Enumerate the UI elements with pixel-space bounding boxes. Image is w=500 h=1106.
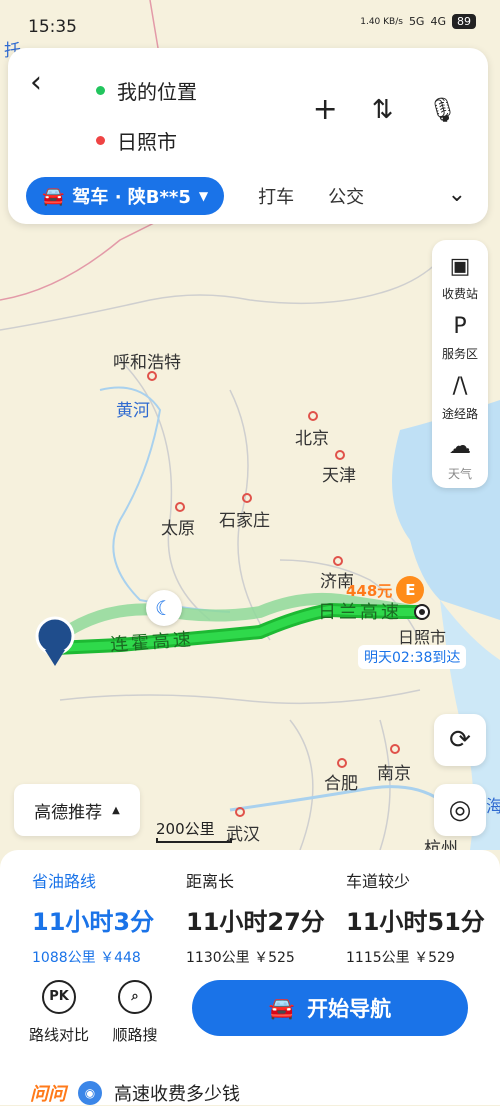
drive-mode-button[interactable]: 🚘 驾车 · 陕B**5 ▼ [26,177,225,215]
origin-row[interactable]: 我的位置 [96,76,197,105]
plus-icon[interactable]: + [313,92,338,127]
city-label: 北京 [295,429,329,449]
city-label: 太原 [161,519,195,539]
network-5g: 5G [408,15,425,28]
tool-label: 收费站 [441,287,478,301]
origin-text: 我的位置 [117,80,197,104]
mode-row: 🚘 驾车 · 陕B**5 ▼ 打车 公交 ⌄ [26,176,478,216]
city-label: 石家庄 [219,511,270,531]
weather-icon: ☁ [449,434,471,459]
map-tools-panel: ▣ 收费站 P 服务区 /\ 途经路 ☁ 天气 [432,240,488,488]
moon-marker: ☾ [146,590,182,626]
recommend-dropdown[interactable]: 高德推荐 ▲ [14,784,140,836]
tab-bus[interactable]: 公交 [328,183,364,209]
locate-icon: ◎ [448,795,472,825]
scale-label: 200公里 [156,820,215,838]
tab-taxi[interactable]: 打车 [258,183,294,209]
refresh-button[interactable]: ⟳ [434,714,486,766]
locate-button[interactable]: ◎ [434,784,486,836]
route-tag: 车道较少 [346,872,411,891]
river-label: 黄河 [116,401,150,421]
compare-label: 路线对比 [28,1026,89,1044]
road-icon: /\ [452,374,468,399]
route-time: 11小时27分 [186,908,325,936]
search-along-button[interactable]: ⌕ 顺路搜 [100,980,170,1045]
qa-brand: 问问 [30,1084,66,1105]
car-icon: 🚘 [268,995,296,1020]
route-time: 11小时3分 [32,908,155,936]
destination-row[interactable]: 日照市 [96,126,177,155]
qa-question: 高速收费多少钱 [114,1084,240,1105]
route-sheet: 省油路线 11小时3分 1088公里 ￥448 距离长 11小时27分 1130… [0,850,500,1105]
refresh-icon: ⟳ [449,725,471,755]
battery-icon: 89 [452,14,476,29]
destination-dot [96,136,105,145]
tool-road[interactable]: /\ 途经路 [432,374,488,422]
status-time: 15:35 [28,17,77,37]
drive-label: 驾车 · 陕B**5 [72,187,191,208]
city-label: 天津 [322,466,356,486]
route-option[interactable]: 车道较少 11小时51分 1115公里 ￥529 [346,868,500,967]
tool-weather[interactable]: ☁ 天气 [432,434,488,482]
qa-bar[interactable]: 问问 ◉ 高速收费多少钱 [30,1080,240,1106]
status-icons: 1.40 KB/s 5G 4G 89 [360,14,476,29]
toll-price: 448元 [346,581,393,600]
mic-icon[interactable]: 🎙 [428,96,458,124]
network-4g: 4G [430,15,446,28]
route-meta: 1130公里 ￥525 [186,950,295,966]
arrival-badge: 明天02:38到达 [358,645,467,669]
route-tag: 距离长 [186,872,235,891]
status-bar: 15:35 1.40 KB/s 5G 4G 89 [0,0,500,52]
city-label: 合肥 [324,774,358,794]
route-option[interactable]: 距离长 11小时27分 1130公里 ￥525 [186,868,346,967]
search-icon: ⌕ [118,980,152,1014]
route-meta: 1115公里 ￥529 [346,950,455,966]
edge-label: 海 [486,797,500,817]
route-compare-button[interactable]: PK 路线对比 [24,980,94,1045]
tool-label: 途经路 [441,407,478,421]
tool-service-area[interactable]: P 服务区 [432,314,488,362]
tool-toll[interactable]: ▣ 收费站 [432,254,488,302]
origin-dot [96,86,105,95]
recommend-label: 高德推荐 [34,802,103,823]
route-option[interactable]: 省油路线 11小时3分 1088公里 ￥448 [32,868,192,967]
search-along-label: 顺路搜 [112,1026,158,1044]
caret-up-icon: ▲ [112,804,120,816]
qa-avatar: ◉ [78,1081,102,1105]
route-input-card: ‹ 我的位置 日照市 + ⇅ 🎙 🚘 驾车 · 陕B**5 ▼ 打车 公交 ⌄ [8,48,488,224]
toll-icon: ▣ [449,254,471,279]
toll-icon: E [396,576,425,604]
caret-down-icon: ▼ [198,189,209,203]
speed-indicator: 1.40 KB/s [360,16,403,27]
car-icon: 🚘 [42,185,65,207]
city-label: 南京 [377,764,411,784]
start-navigation-button[interactable]: 🚘 开始导航 [192,980,468,1036]
scale-bar [156,838,232,843]
card-actions: + ⇅ 🎙 [313,92,458,127]
city-label: 呼和浩特 [113,353,181,373]
route-time: 11小时51分 [346,908,485,936]
route-meta: 1088公里 ￥448 [32,950,141,966]
service-area-icon: P [453,314,467,339]
tool-label: 天气 [447,467,472,481]
chevron-down-icon[interactable]: ⌄ [448,182,466,207]
start-label: 开始导航 [307,997,392,1021]
back-icon[interactable]: ‹ [30,68,60,98]
destination-text: 日照市 [117,130,177,154]
route-tag: 省油路线 [32,872,97,891]
pk-icon: PK [42,980,76,1014]
city-label: 杭州 [424,839,458,850]
swap-icon[interactable]: ⇅ [372,95,394,125]
toll-marker[interactable]: 448元 E [346,576,425,604]
tool-label: 服务区 [441,347,478,361]
